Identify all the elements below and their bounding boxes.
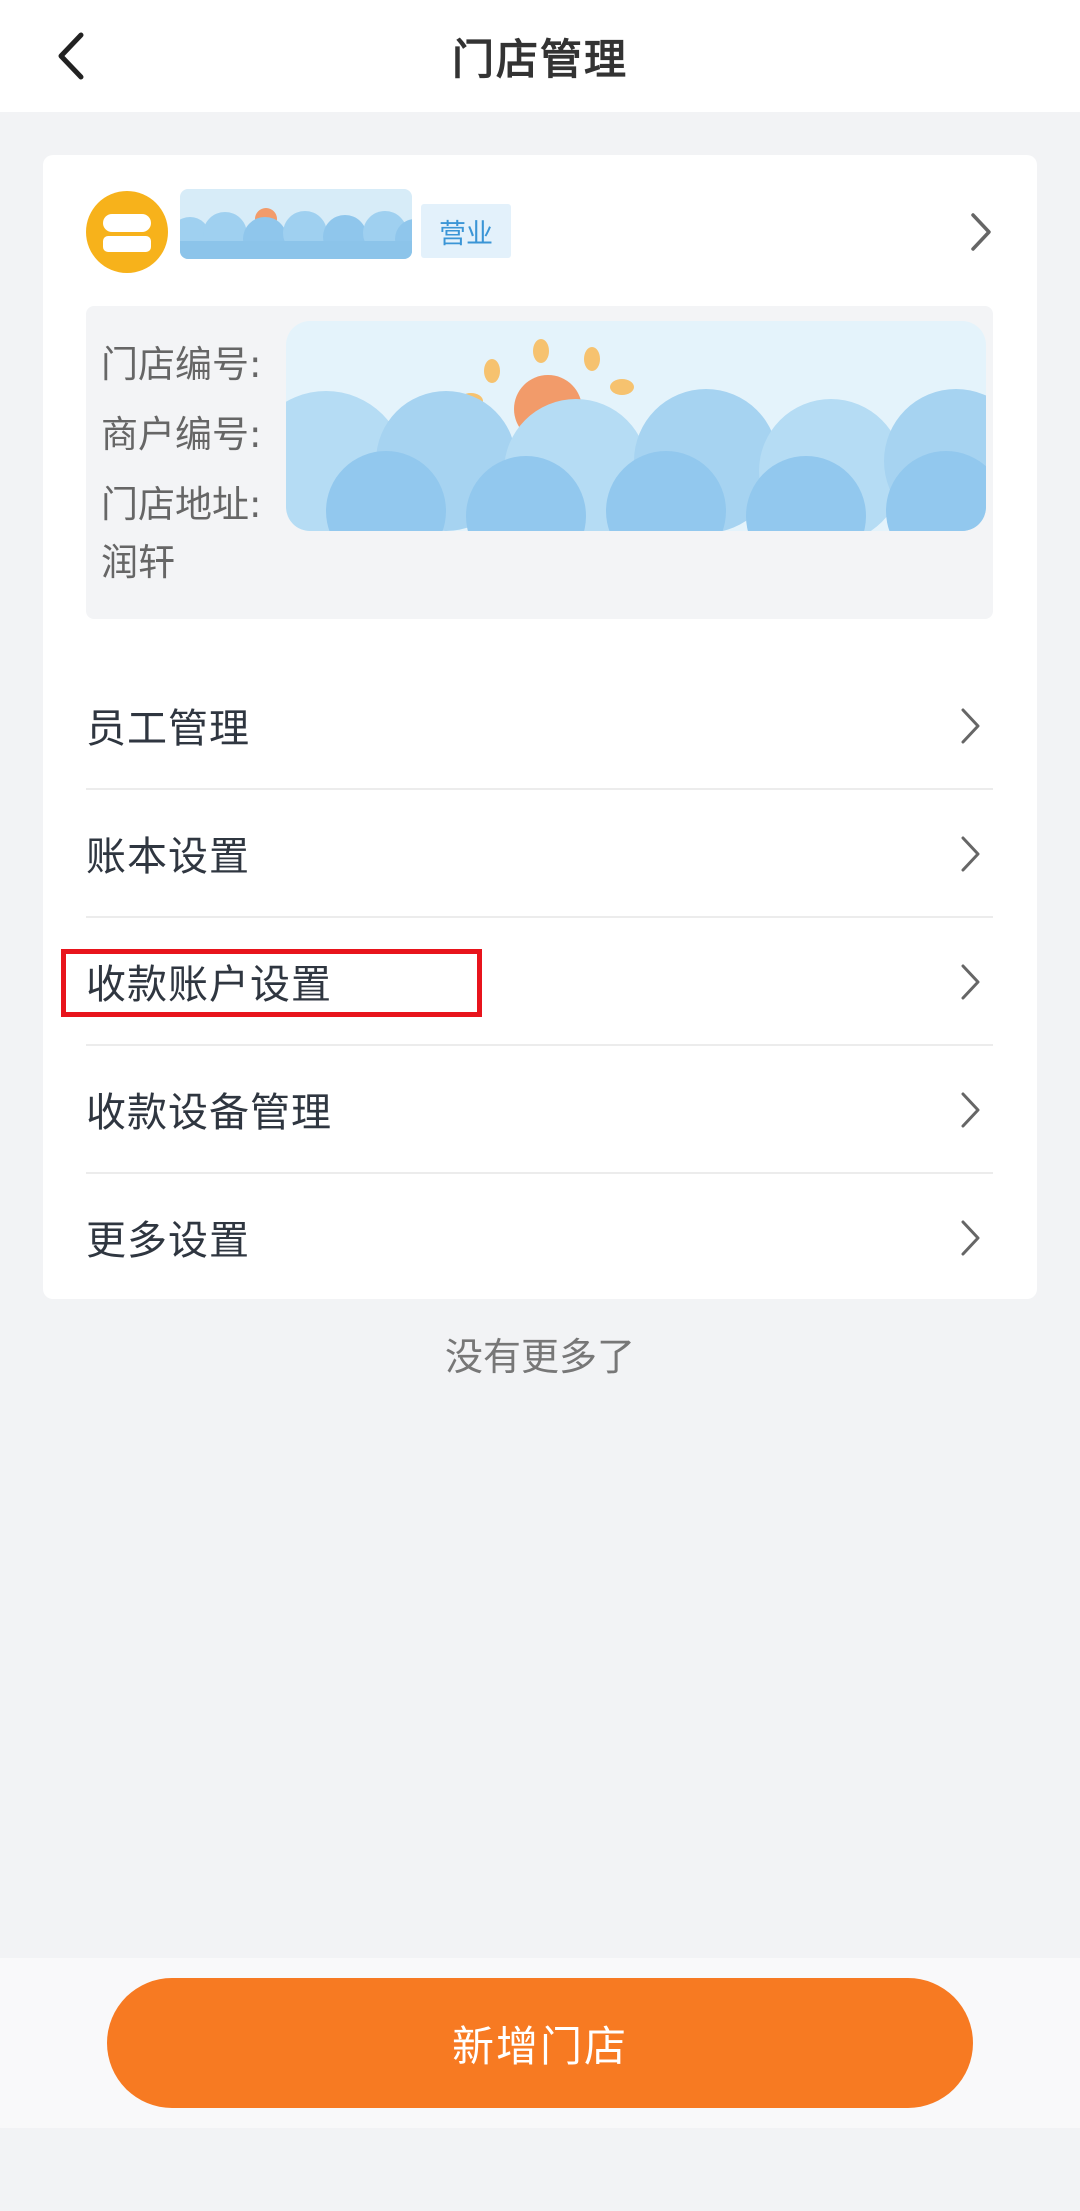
store-number-label: 门店编号:	[101, 343, 262, 386]
back-button[interactable]	[40, 26, 100, 86]
store-header-row[interactable]: 营业	[43, 155, 1037, 305]
menu-item-label: 收款设备管理	[86, 1089, 332, 1136]
merchant-number-label: 商户编号:	[101, 413, 262, 456]
top-bar: 门店管理	[0, 0, 1080, 112]
chevron-right-icon	[961, 836, 980, 872]
store-logo	[86, 191, 168, 273]
status-badge: 营业	[421, 204, 511, 258]
menu-item-ledger[interactable]: 账本设置	[86, 789, 993, 916]
store-name-image	[180, 189, 412, 259]
chevron-right-icon	[961, 1220, 980, 1256]
store-card: 营业 门店编号: 商户编号: 门店地址: 润轩 员工管理 账本设置 收款账户设置…	[43, 155, 1037, 1299]
menu-item-payment-account[interactable]: 收款账户设置	[86, 917, 993, 1044]
menu-item-staff[interactable]: 员工管理	[86, 661, 993, 788]
sun-clouds-image	[180, 189, 412, 259]
bottom-action-bar: 新增门店	[0, 1958, 1080, 2128]
sun-clouds-image	[286, 321, 986, 531]
menu-item-label: 更多设置	[86, 1217, 250, 1264]
add-store-button[interactable]: 新增门店	[107, 1978, 973, 2108]
store-info-panel: 门店编号: 商户编号: 门店地址: 润轩	[86, 306, 993, 619]
store-info-image	[286, 321, 986, 531]
storefront-icon	[103, 214, 151, 252]
store-address-label: 门店地址:	[101, 483, 262, 526]
menu-item-label: 收款账户设置	[86, 961, 332, 1008]
menu-item-more-settings[interactable]: 更多设置	[86, 1173, 993, 1300]
chevron-left-icon	[58, 32, 84, 80]
chevron-right-icon	[971, 213, 991, 251]
menu-item-label: 账本设置	[86, 833, 250, 880]
store-address-tail: 润轩	[101, 541, 175, 584]
list-end-text: 没有更多了	[444, 1335, 635, 1379]
page-title: 门店管理	[451, 34, 628, 84]
chevron-right-icon	[961, 1092, 980, 1128]
chevron-right-icon	[961, 708, 980, 744]
chevron-right-icon	[961, 964, 980, 1000]
menu-item-label: 员工管理	[86, 705, 250, 752]
menu-item-payment-device[interactable]: 收款设备管理	[86, 1045, 993, 1172]
